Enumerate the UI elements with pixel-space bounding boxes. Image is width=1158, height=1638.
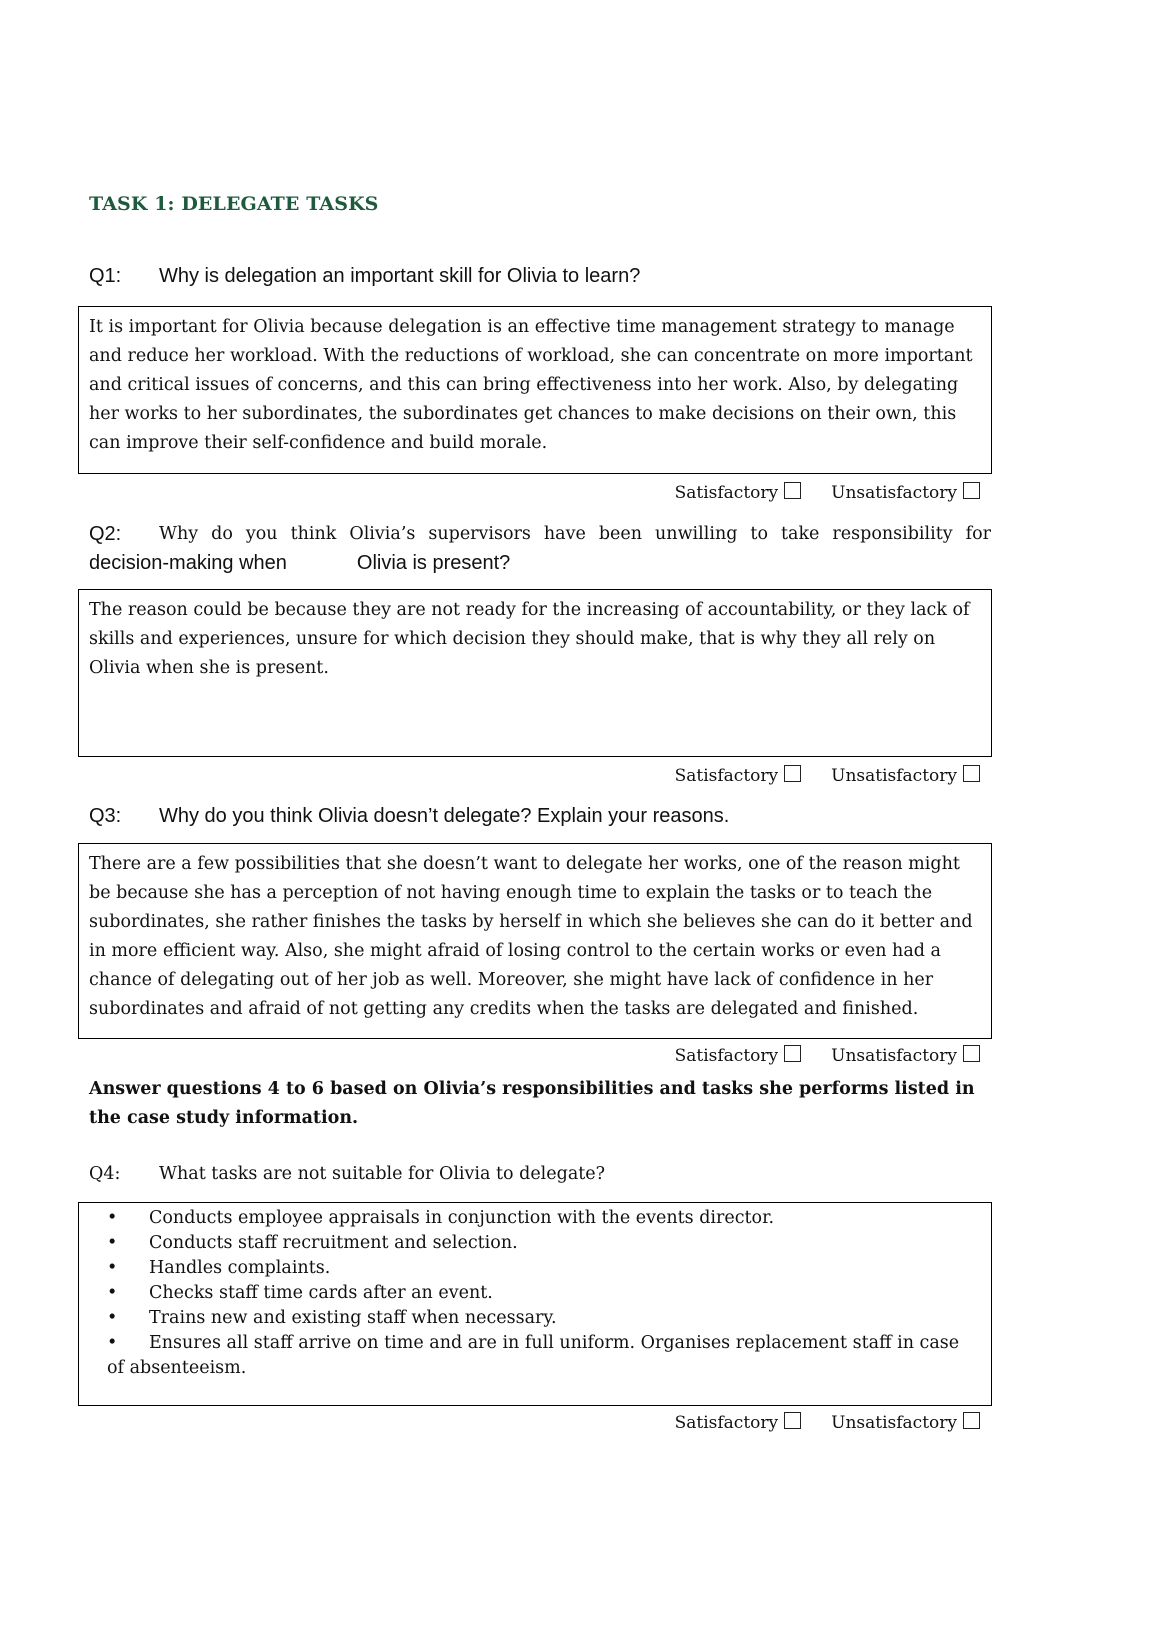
- answer-list: • Conducts employee appraisals in conjunc…: [79, 1206, 981, 1381]
- question-4: Q4: What tasks are not suitable for Olivi…: [89, 1160, 991, 1189]
- question-2: Q2: Why do you think Olivia’s supervisor…: [89, 520, 991, 578]
- question-text-line-1: Why do you think Olivia’s supervisors ha…: [159, 524, 991, 544]
- unsatisfactory-checkbox[interactable]: [963, 481, 980, 499]
- bullet-icon: •: [107, 1233, 118, 1253]
- answer-box-q2[interactable]: The reason could be because they are not…: [78, 589, 992, 757]
- unsatisfactory-checkbox[interactable]: [963, 1411, 980, 1429]
- list-item: • Handles complaints.: [79, 1256, 981, 1281]
- satisfactory-checkbox[interactable]: [784, 764, 802, 782]
- unsatisfactory-label: Unsatisfactory: [831, 1413, 957, 1433]
- satisfactory-label: Satisfactory: [674, 483, 779, 503]
- answer-box-q4[interactable]: • Conducts employee appraisals in conjunc…: [78, 1202, 992, 1406]
- unsatisfactory-label: Unsatisfactory: [831, 766, 957, 786]
- satisfactory-label: Satisfactory: [674, 1046, 779, 1066]
- unsatisfactory-checkbox[interactable]: [963, 1044, 980, 1062]
- list-item: • Conducts employee appraisals in conjunc…: [79, 1206, 981, 1231]
- rating-q4: Satisfactory Unsatisfactory: [675, 1411, 980, 1435]
- satisfactory-label: Satisfactory: [674, 1413, 779, 1433]
- unsatisfactory-label: Unsatisfactory: [831, 1046, 957, 1066]
- question-text: Why is delegation an important skill for…: [159, 265, 641, 287]
- question-text: Why do you think Olivia doesn’t delegate…: [159, 805, 730, 827]
- list-item: • Conducts staff recruitment and selectio…: [79, 1231, 981, 1256]
- bullet-icon: •: [107, 1333, 118, 1353]
- bullet-icon: •: [107, 1208, 118, 1228]
- question-1: Q1: Why is delegation an important skill …: [89, 262, 991, 291]
- answer-box-q1[interactable]: It is important for Olivia because deleg…: [78, 306, 992, 474]
- question-number: Q1:: [89, 265, 122, 287]
- satisfactory-checkbox[interactable]: [784, 481, 802, 499]
- satisfactory-checkbox[interactable]: [784, 1044, 802, 1062]
- question-text-line-2b: Olivia is present?: [356, 552, 511, 574]
- question-text: What tasks are not suitable for Olivia t…: [159, 1164, 606, 1184]
- bullet-icon: •: [107, 1283, 118, 1303]
- satisfactory-label: Satisfactory: [674, 766, 779, 786]
- list-item: • Trains new and existing staff when nece…: [79, 1306, 981, 1331]
- unsatisfactory-checkbox[interactable]: [963, 764, 980, 782]
- list-item: • Checks staff time cards after an event.: [79, 1281, 981, 1306]
- answer-text: The reason could be because they are not…: [89, 600, 970, 678]
- question-number: Q3:: [89, 805, 122, 827]
- question-3: Q3: Why do you think Olivia doesn’t deleg…: [89, 802, 991, 831]
- answer-text: There are a few possibilities that she d…: [89, 854, 973, 1019]
- rating-q1: Satisfactory Unsatisfactory: [675, 481, 980, 505]
- task-title: TASK 1: DELEGATE TASKS: [89, 193, 379, 215]
- answer-box-q3[interactable]: There are a few possibilities that she d…: [78, 843, 992, 1039]
- question-text-line-2a: decision-making when: [89, 552, 287, 574]
- rating-q3: Satisfactory Unsatisfactory: [675, 1044, 980, 1068]
- bullet-icon: •: [107, 1258, 118, 1278]
- unsatisfactory-label: Unsatisfactory: [831, 483, 957, 503]
- rating-q2: Satisfactory Unsatisfactory: [675, 764, 980, 788]
- list-item: • Ensures all staff arrive on time and ar…: [107, 1333, 960, 1378]
- question-number: Q4:: [89, 1164, 121, 1184]
- bullet-icon: •: [107, 1308, 118, 1328]
- satisfactory-checkbox[interactable]: [784, 1411, 802, 1429]
- question-number: Q2:: [89, 523, 122, 545]
- answer-text: It is important for Olivia because deleg…: [89, 317, 973, 453]
- instruction-text: Answer questions 4 to 6 based on Olivia’…: [89, 1079, 975, 1128]
